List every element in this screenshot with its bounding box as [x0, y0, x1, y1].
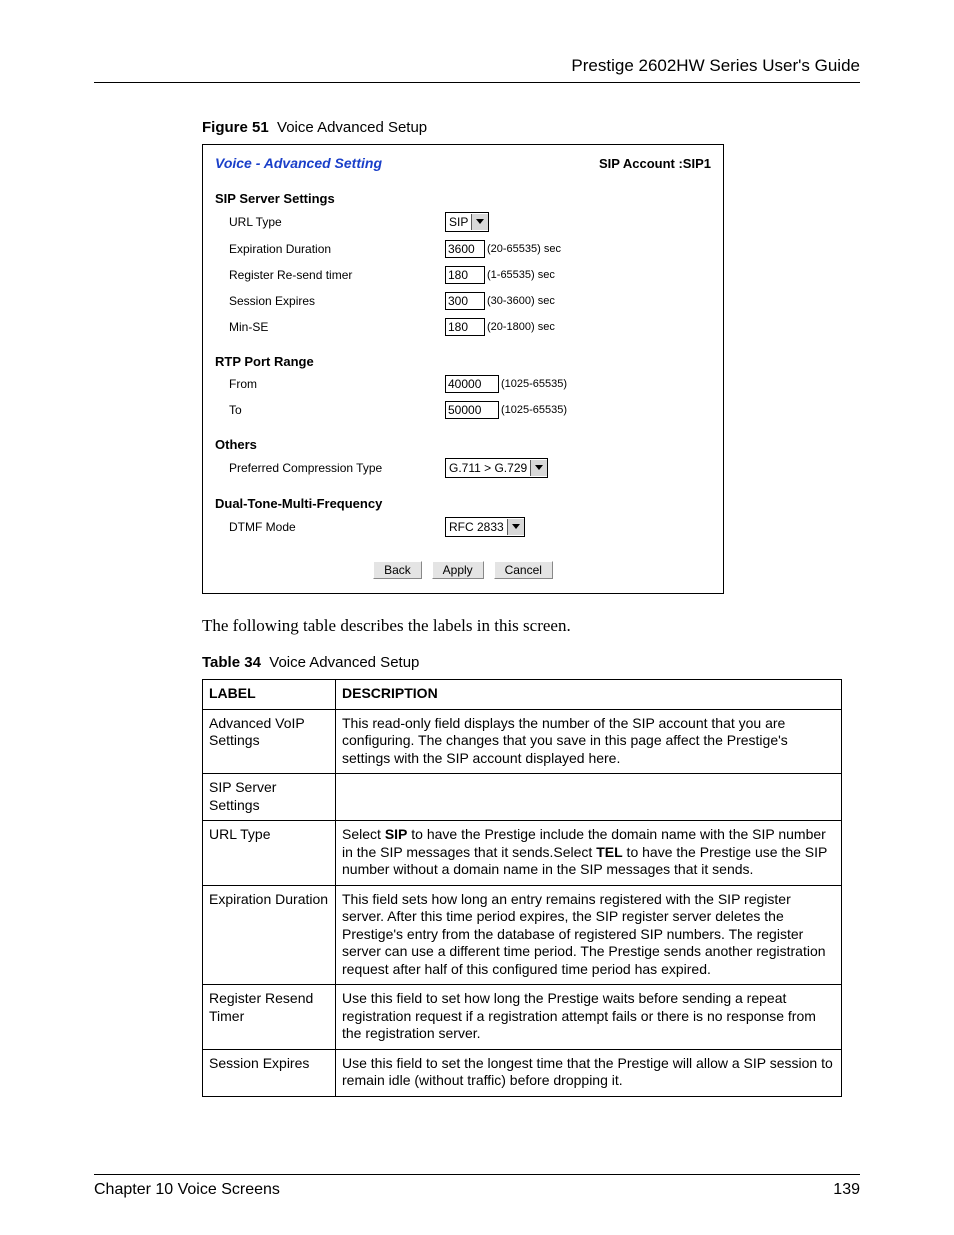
cell-label: Session Expires [203, 1049, 336, 1096]
rtp-from-range: (1025-65535) [501, 378, 567, 390]
compression-type-select[interactable]: G.711 > G.729 [445, 458, 548, 478]
table-row: Expiration Duration This field sets how … [203, 885, 842, 985]
dtmf-mode-select[interactable]: RFC 2833 [445, 517, 525, 537]
section-dtmf-heading: Dual-Tone-Multi-Frequency [215, 496, 711, 511]
description-table: LABEL DESCRIPTION Advanced VoIP Settings… [202, 679, 842, 1097]
body-paragraph: The following table describes the labels… [202, 616, 860, 636]
register-resend-range: (1-65535) sec [487, 269, 555, 281]
table-row: SIP Server Settings [203, 774, 842, 821]
cancel-button[interactable]: Cancel [494, 561, 553, 579]
cell-desc: This field sets how long an entry remain… [336, 885, 842, 985]
chevron-down-icon [507, 519, 524, 535]
rtp-to-label: To [229, 403, 445, 417]
apply-button[interactable]: Apply [432, 561, 484, 579]
section-sip-heading: SIP Server Settings [215, 191, 711, 206]
back-button[interactable]: Back [373, 561, 422, 579]
figure-caption: Figure 51 Voice Advanced Setup [202, 119, 860, 136]
cell-label: URL Type [203, 821, 336, 886]
section-others-heading: Others [215, 437, 711, 452]
rtp-from-label: From [229, 377, 445, 391]
dtmf-mode-label: DTMF Mode [229, 520, 445, 534]
session-expires-label: Session Expires [229, 294, 445, 308]
header-rule [94, 82, 860, 83]
figure-title: Voice Advanced Setup [277, 119, 427, 136]
cell-label: Expiration Duration [203, 885, 336, 985]
footer-page-number: 139 [833, 1181, 860, 1199]
session-expires-input[interactable] [445, 292, 485, 310]
cell-desc: Select SIP to have the Prestige include … [336, 821, 842, 886]
table-caption: Table 34 Voice Advanced Setup [202, 654, 860, 671]
dialog-title: Voice - Advanced Setting [215, 155, 382, 171]
table-row: Advanced VoIP Settings This read-only fi… [203, 709, 842, 774]
cell-desc: Use this field to set the longest time t… [336, 1049, 842, 1096]
dialog-sip-account: SIP Account :SIP1 [599, 156, 711, 171]
url-type-select[interactable]: SIP [445, 212, 489, 232]
chevron-down-icon [471, 214, 488, 230]
table-title: Voice Advanced Setup [269, 654, 419, 671]
cell-desc [336, 774, 842, 821]
cell-desc: Use this field to set how long the Prest… [336, 985, 842, 1050]
session-expires-range: (30-3600) sec [487, 295, 555, 307]
table-header-row: LABEL DESCRIPTION [203, 680, 842, 710]
voice-advanced-dialog: Voice - Advanced Setting SIP Account :SI… [202, 144, 724, 594]
header-guide-title: Prestige 2602HW Series User's Guide [94, 56, 860, 76]
cell-desc: This read-only field displays the number… [336, 709, 842, 774]
min-se-range: (20-1800) sec [487, 321, 555, 333]
register-resend-label: Register Re-send timer [229, 268, 445, 282]
col-header-label: LABEL [203, 680, 336, 710]
page-footer: Chapter 10 Voice Screens 139 [94, 1174, 860, 1199]
rtp-to-range: (1025-65535) [501, 404, 567, 416]
min-se-label: Min-SE [229, 320, 445, 334]
url-type-label: URL Type [229, 215, 445, 229]
register-resend-input[interactable] [445, 266, 485, 284]
expiration-duration-range: (20-65535) sec [487, 243, 561, 255]
table-row: Session Expires Use this field to set th… [203, 1049, 842, 1096]
table-row: URL Type Select SIP to have the Prestige… [203, 821, 842, 886]
table-label: Table 34 [202, 654, 261, 671]
cell-label: SIP Server Settings [203, 774, 336, 821]
figure-label: Figure 51 [202, 119, 269, 136]
table-row: Register Resend Timer Use this field to … [203, 985, 842, 1050]
section-rtp-heading: RTP Port Range [215, 354, 711, 369]
cell-label: Register Resend Timer [203, 985, 336, 1050]
chevron-down-icon [530, 460, 547, 476]
footer-chapter: Chapter 10 Voice Screens [94, 1181, 280, 1199]
rtp-to-input[interactable] [445, 401, 499, 419]
cell-label: Advanced VoIP Settings [203, 709, 336, 774]
min-se-input[interactable] [445, 318, 485, 336]
col-header-description: DESCRIPTION [336, 680, 842, 710]
rtp-from-input[interactable] [445, 375, 499, 393]
compression-type-label: Preferred Compression Type [229, 461, 445, 475]
expiration-duration-input[interactable] [445, 240, 485, 258]
footer-rule [94, 1174, 860, 1175]
expiration-duration-label: Expiration Duration [229, 242, 445, 256]
